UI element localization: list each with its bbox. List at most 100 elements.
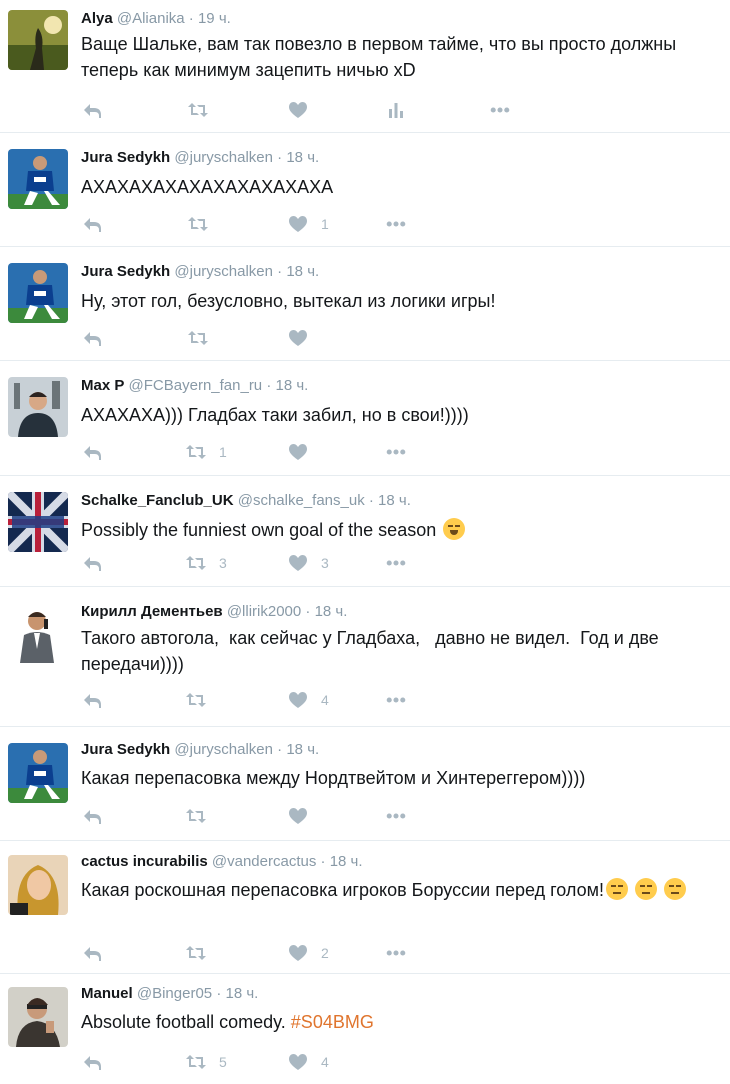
retweet-button[interactable] (187, 99, 209, 121)
timestamp[interactable]: 18 ч. (315, 603, 348, 620)
author-name[interactable]: Jura Sedykh (81, 149, 170, 166)
tweet-text: Какая роскошная перепасовка игроков Бору… (81, 877, 722, 903)
author-name[interactable]: Schalke_Fanclub_UK (81, 492, 234, 509)
author-handle[interactable]: @FCBayern_fan_ru (129, 377, 263, 394)
reply-button[interactable] (81, 99, 103, 121)
tweet[interactable]: Manuel @Binger05 · 18 ч. Absolute footba… (0, 974, 730, 1084)
author-handle[interactable]: @Binger05 (137, 985, 212, 1002)
tweet[interactable]: Jura Sedykh @juryschalken · 18 ч. Ну, эт… (0, 247, 730, 361)
timestamp[interactable]: 19 ч. (198, 10, 231, 27)
author-handle[interactable]: @schalke_fans_uk (238, 492, 365, 509)
retweet-icon (186, 1055, 206, 1069)
avatar[interactable] (8, 603, 68, 663)
avatar[interactable] (8, 987, 68, 1047)
tweet-text: Possibly the funniest own goal of the se… (81, 517, 722, 543)
timestamp[interactable]: 18 ч. (276, 377, 309, 394)
timestamp[interactable]: 18 ч. (286, 149, 319, 166)
like-button[interactable] (287, 327, 309, 349)
reply-button[interactable] (81, 805, 103, 827)
author-name[interactable]: cactus incurabilis (81, 853, 208, 870)
retweet-button[interactable]: 3 (185, 552, 227, 574)
retweet-button[interactable] (185, 942, 207, 964)
reply-button[interactable] (81, 689, 103, 711)
tweet[interactable]: Alya @Alianika · 19 ч. Ваще Шальке, вам … (0, 0, 730, 133)
reply-button[interactable] (81, 213, 103, 235)
reply-button[interactable] (81, 942, 103, 964)
avatar[interactable] (8, 743, 68, 803)
like-button[interactable]: 2 (287, 942, 329, 964)
tweet-actions: 5 4 (81, 1051, 541, 1073)
hashtag-link[interactable]: #S04BMG (291, 1012, 374, 1032)
avatar[interactable] (8, 855, 68, 915)
retweet-button[interactable] (185, 689, 207, 711)
reply-button[interactable] (81, 441, 103, 463)
laughing-emoji-icon (443, 518, 466, 540)
separator-dot: · (266, 377, 272, 394)
tweet-actions: 2 (81, 942, 541, 964)
more-button[interactable] (385, 942, 407, 964)
avatar[interactable] (8, 263, 68, 323)
avatar[interactable] (8, 492, 68, 552)
retweet-button[interactable] (187, 213, 221, 235)
like-count: 4 (321, 692, 329, 708)
tweet-actions: 1 (81, 213, 541, 235)
timestamp[interactable]: 18 ч. (286, 741, 319, 758)
author-name[interactable]: Alya (81, 10, 113, 27)
retweet-button[interactable]: 5 (185, 1051, 227, 1073)
more-button[interactable] (385, 213, 407, 235)
more-button[interactable] (385, 552, 407, 574)
tweet-text: АХАХАХА))) Гладбах таки забил, но в свои… (81, 405, 469, 425)
unamused-face-icon (664, 878, 686, 900)
author-name[interactable]: Max P (81, 377, 124, 394)
like-button[interactable]: 3 (287, 552, 329, 574)
avatar[interactable] (8, 10, 68, 70)
like-button[interactable] (287, 99, 309, 121)
retweet-button[interactable] (187, 327, 209, 349)
reply-icon (84, 947, 101, 961)
tweet[interactable]: Jura Sedykh @juryschalken · 18 ч. АХАХАХ… (0, 133, 730, 247)
retweet-icon (188, 103, 208, 117)
author-handle[interactable]: @vandercactus (212, 853, 316, 870)
separator-dot: · (305, 603, 311, 620)
tweet[interactable]: cactus incurabilis @vandercactus · 18 ч.… (0, 841, 730, 974)
analytics-button[interactable] (385, 99, 407, 121)
more-button[interactable] (385, 689, 407, 711)
tweet[interactable]: Schalke_Fanclub_UK @schalke_fans_uk · 18… (0, 476, 730, 587)
author-name[interactable]: Manuel (81, 985, 133, 1002)
timestamp[interactable]: 18 ч. (225, 985, 258, 1002)
reply-button[interactable] (81, 552, 103, 574)
heart-icon (289, 216, 307, 232)
like-button[interactable]: 4 (287, 1051, 329, 1073)
like-button[interactable] (287, 441, 309, 463)
retweet-button[interactable] (185, 805, 207, 827)
like-count: 1 (321, 216, 329, 232)
author-name[interactable]: Jura Sedykh (81, 741, 170, 758)
reply-button[interactable] (81, 1051, 103, 1073)
avatar[interactable] (8, 377, 68, 437)
avatar[interactable] (8, 149, 68, 209)
author-handle[interactable]: @Alianika (117, 10, 185, 27)
timestamp[interactable]: 18 ч. (330, 853, 363, 870)
timestamp[interactable]: 18 ч. (286, 263, 319, 280)
tweet-feed: Alya @Alianika · 19 ч. Ваще Шальке, вам … (0, 0, 730, 1084)
more-button[interactable] (385, 805, 407, 827)
like-button[interactable]: 4 (287, 689, 329, 711)
reply-button[interactable] (81, 327, 103, 349)
more-icon (386, 449, 406, 455)
author-handle[interactable]: @juryschalken (174, 263, 273, 280)
like-button[interactable] (287, 805, 309, 827)
author-handle[interactable]: @juryschalken (174, 149, 273, 166)
tweet[interactable]: Кирилл Дементьев @llirik2000 · 18 ч. Так… (0, 587, 730, 727)
timestamp[interactable]: 18 ч. (378, 492, 411, 509)
author-name[interactable]: Jura Sedykh (81, 263, 170, 280)
tweet[interactable]: Max P @FCBayern_fan_ru · 18 ч. АХАХАХА))… (0, 361, 730, 476)
tweet[interactable]: Jura Sedykh @juryschalken · 18 ч. Какая … (0, 727, 730, 841)
more-button[interactable] (385, 441, 407, 463)
more-button[interactable] (489, 99, 511, 121)
retweet-icon (186, 809, 206, 823)
retweet-button[interactable]: 1 (185, 441, 227, 463)
author-name[interactable]: Кирилл Дементьев (81, 603, 223, 620)
author-handle[interactable]: @llirik2000 (227, 603, 301, 620)
author-handle[interactable]: @juryschalken (174, 741, 273, 758)
like-button[interactable]: 1 (287, 213, 329, 235)
